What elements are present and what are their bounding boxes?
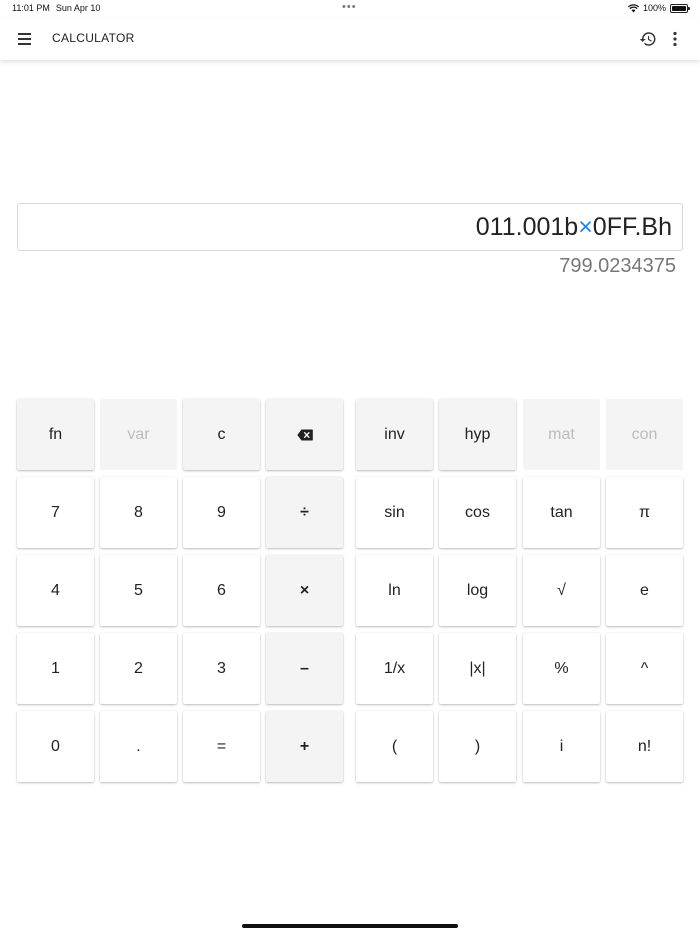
divide-key[interactable]: ÷	[266, 477, 343, 548]
cos-key[interactable]: cos	[439, 477, 516, 548]
expression-left: 011.001b	[475, 212, 579, 241]
left-paren-key[interactable]: (	[356, 711, 433, 782]
hyp-key[interactable]: hyp	[439, 399, 516, 470]
multiply-key[interactable]: ×	[266, 555, 343, 626]
expression-operator: ×	[578, 212, 593, 241]
status-time: 11:01 PM	[12, 3, 50, 13]
digit-5-key[interactable]: 5	[100, 555, 177, 626]
app-bar: CALCULATOR	[0, 18, 700, 60]
result-display: 799.0234375	[559, 255, 676, 277]
log-key[interactable]: log	[439, 555, 516, 626]
ln-key[interactable]: ln	[356, 555, 433, 626]
status-indicators: 100%	[627, 3, 690, 13]
digit-7-key[interactable]: 7	[17, 477, 94, 548]
fn-key[interactable]: fn	[17, 399, 94, 470]
e-key[interactable]: e	[606, 555, 683, 626]
backspace-icon	[296, 429, 313, 440]
equals-key[interactable]: =	[183, 711, 260, 782]
expression-right: 0FF.Bh	[592, 212, 672, 241]
digit-9-key[interactable]: 9	[183, 477, 260, 548]
digit-2-key[interactable]: 2	[100, 633, 177, 704]
plus-key[interactable]: +	[266, 711, 343, 782]
digit-8-key[interactable]: 8	[100, 477, 177, 548]
digit-0-key[interactable]: 0	[17, 711, 94, 782]
battery-percent: 100%	[642, 3, 666, 13]
digit-1-key[interactable]: 1	[17, 633, 94, 704]
wifi-icon	[627, 3, 639, 12]
power-key[interactable]: ^	[606, 633, 683, 704]
multitask-dots[interactable]: •••	[342, 1, 357, 13]
status-time-date: 11:01 PM Sun Apr 10	[12, 3, 100, 13]
minus-key[interactable]: –	[266, 633, 343, 704]
right-paren-key[interactable]: )	[439, 711, 516, 782]
hamburger-menu-icon[interactable]	[18, 33, 32, 45]
digit-3-key[interactable]: 3	[183, 633, 260, 704]
tan-key[interactable]: tan	[523, 477, 600, 548]
decimal-point-key[interactable]: .	[100, 711, 177, 782]
reciprocal-key[interactable]: 1/x	[356, 633, 433, 704]
app-title: CALCULATOR	[52, 31, 135, 45]
expression-input[interactable]: 011.001b × 0FF.Bh	[17, 203, 683, 251]
history-icon[interactable]	[639, 30, 657, 48]
factorial-key[interactable]: n!	[606, 711, 683, 782]
mat-key[interactable]: mat	[523, 399, 600, 470]
status-bar: 11:01 PM Sun Apr 10 ••• 100%	[0, 0, 700, 18]
percent-key[interactable]: %	[523, 633, 600, 704]
digit-4-key[interactable]: 4	[17, 555, 94, 626]
con-key[interactable]: con	[606, 399, 683, 470]
status-date: Sun Apr 10	[55, 3, 101, 13]
abs-key[interactable]: |x|	[439, 633, 516, 704]
imaginary-key[interactable]: i	[523, 711, 600, 782]
digit-6-key[interactable]: 6	[183, 555, 260, 626]
keypad: fn var c inv hyp mat con 7 8 9 ÷ sin cos…	[17, 399, 683, 785]
sin-key[interactable]: sin	[356, 477, 433, 548]
more-vert-icon[interactable]	[669, 30, 681, 48]
battery-icon	[670, 3, 690, 13]
sqrt-key[interactable]: √	[523, 555, 600, 626]
clear-key[interactable]: c	[183, 399, 260, 470]
pi-key[interactable]: π	[606, 477, 683, 548]
backspace-key[interactable]	[266, 399, 343, 470]
inv-key[interactable]: inv	[356, 399, 433, 470]
var-key[interactable]: var	[100, 399, 177, 470]
home-indicator[interactable]	[242, 924, 458, 928]
